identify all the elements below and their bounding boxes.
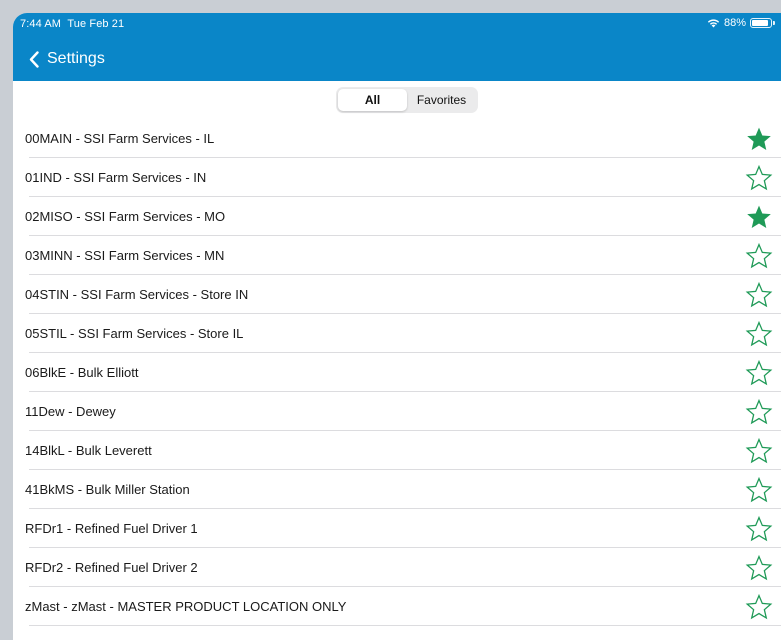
status-right: 88% [707,17,775,29]
location-row[interactable]: 03MINN - SSI Farm Services - MN [13,236,781,275]
battery-icon [750,18,772,28]
location-row[interactable]: zMast - zMast - MASTER PRODUCT LOCATION … [13,587,781,626]
star-outline-icon[interactable] [745,398,773,426]
location-row[interactable]: 02MISO - SSI Farm Services - MO [13,197,781,236]
location-label: RFDr1 - Refined Fuel Driver 1 [25,521,198,536]
star-filled-icon[interactable] [745,203,773,231]
status-time: 7:44 AM Tue Feb 21 [20,18,124,30]
location-label: 06BlkE - Bulk Elliott [25,365,139,380]
location-label: 01IND - SSI Farm Services - IN [25,170,207,185]
filter-segment-wrap: All Favorites [13,81,781,119]
star-outline-icon[interactable] [745,359,773,387]
chevron-left-icon [29,50,39,68]
status-date: Tue Feb 21 [67,18,125,30]
app-window: 7:44 AM Tue Feb 21 88% Settings All Favo… [13,13,781,640]
filter-segmented-control: All Favorites [336,87,478,113]
location-row[interactable]: 06BlkE - Bulk Elliott [13,353,781,392]
location-label: 41BkMS - Bulk Miller Station [25,482,190,497]
location-row[interactable]: 04STIN - SSI Farm Services - Store IN [13,275,781,314]
status-time-value: 7:44 AM [20,18,62,30]
back-button-label: Settings [47,50,105,67]
segment-all[interactable]: All [338,89,407,111]
location-row[interactable]: 01IND - SSI Farm Services - IN [13,158,781,197]
location-label: 04STIN - SSI Farm Services - Store IN [25,287,249,302]
location-row[interactable]: 14BlkL - Bulk Leverett [13,431,781,470]
location-label: RFDr2 - Refined Fuel Driver 2 [25,560,198,575]
location-row[interactable]: 05STIL - SSI Farm Services - Store IL [13,314,781,353]
battery-fill [752,20,768,26]
location-row[interactable]: 00MAIN - SSI Farm Services - IL [13,119,781,158]
star-outline-icon[interactable] [745,476,773,504]
location-label: 14BlkL - Bulk Leverett [25,443,152,458]
battery-percent: 88% [723,17,746,29]
location-row[interactable]: RFDr1 - Refined Fuel Driver 1 [13,509,781,548]
location-label: 03MINN - SSI Farm Services - MN [25,248,225,263]
location-label: 02MISO - SSI Farm Services - MO [25,209,226,224]
star-outline-icon[interactable] [745,554,773,582]
star-outline-icon[interactable] [745,320,773,348]
location-row[interactable]: 11Dew - Dewey [13,392,781,431]
star-outline-icon[interactable] [745,515,773,543]
location-label: zMast - zMast - MASTER PRODUCT LOCATION … [25,599,347,614]
star-outline-icon[interactable] [745,242,773,270]
segment-favorites[interactable]: Favorites [407,89,476,111]
star-outline-icon[interactable] [745,164,773,192]
star-outline-icon[interactable] [745,281,773,309]
star-outline-icon[interactable] [745,593,773,621]
location-row[interactable]: RFDr2 - Refined Fuel Driver 2 [13,548,781,587]
location-list: 00MAIN - SSI Farm Services - IL 01IND - S… [13,119,781,626]
location-label: 05STIL - SSI Farm Services - Store IL [25,326,244,341]
wifi-icon [707,18,720,28]
location-label: 00MAIN - SSI Farm Services - IL [25,131,215,146]
location-label: 11Dew - Dewey [25,404,116,419]
back-button[interactable]: Settings [13,46,105,72]
battery-tip [773,21,775,25]
star-filled-icon[interactable] [745,125,773,153]
location-row[interactable]: 41BkMS - Bulk Miller Station [13,470,781,509]
status-bar: 7:44 AM Tue Feb 21 88% [13,13,781,35]
star-outline-icon[interactable] [745,437,773,465]
header-bar: 7:44 AM Tue Feb 21 88% Settings [13,13,781,81]
